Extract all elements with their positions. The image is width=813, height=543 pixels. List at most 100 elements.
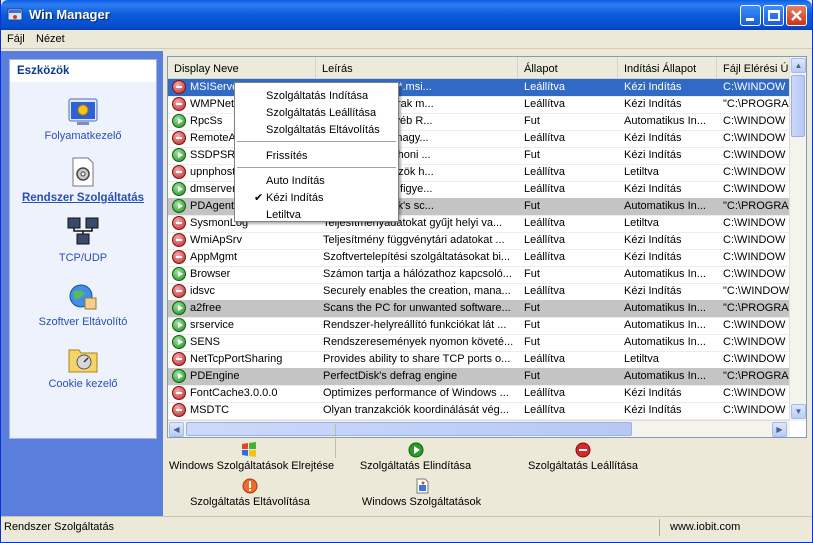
service-name: PDEngine bbox=[190, 370, 240, 382]
menu-item-remove-service[interactable]: Szolgáltatás Eltávolítás bbox=[235, 121, 398, 138]
service-description: Teljesítmény függvénytári adatokat ... bbox=[323, 234, 505, 246]
column-header-startup-state[interactable]: Indítási Állapot bbox=[618, 57, 717, 79]
service-startup: Kézi Indítás bbox=[624, 404, 682, 416]
service-path: C:\WINDOW bbox=[723, 183, 786, 195]
sidebar-item-process-manager[interactable]: Folyamatkezelő bbox=[10, 96, 156, 142]
service-name: WmiApSrv bbox=[190, 234, 242, 246]
service-path: C:\WINDOW bbox=[723, 404, 786, 416]
scroll-right-icon[interactable]: ▶ bbox=[772, 422, 787, 437]
column-header-file-path[interactable]: Fájl Elérési Ú bbox=[717, 57, 790, 79]
software-remover-icon bbox=[69, 284, 97, 310]
table-row[interactable]: a2free Scans the PC for unwanted software… bbox=[168, 300, 790, 317]
service-state: Fut bbox=[524, 149, 540, 161]
sidebar-item-label: Szoftver Eltávolító bbox=[38, 316, 128, 328]
service-startup: Kézi Indítás bbox=[624, 234, 682, 246]
horizontal-scrollbar[interactable]: ◀ ▶ bbox=[168, 420, 790, 437]
stop-service-button[interactable]: Szolgáltatás Leállítása bbox=[523, 442, 643, 472]
minimize-icon bbox=[746, 18, 754, 21]
table-row[interactable]: SENS Rendszeresemények nyomon követé... Fu… bbox=[168, 334, 790, 351]
table-row[interactable]: PDEngine PerfectDisk's defrag engine Fut Au… bbox=[168, 368, 790, 385]
menu-view[interactable]: Nézet bbox=[36, 33, 65, 45]
service-state: Leállítva bbox=[524, 234, 565, 246]
running-status-icon bbox=[172, 318, 186, 332]
horizontal-scroll-thumb[interactable] bbox=[186, 422, 632, 436]
status-text: Rendszer Szolgáltatás bbox=[4, 521, 115, 533]
column-header-description[interactable]: Leírás bbox=[316, 57, 518, 79]
service-startup: Kézi Indítás bbox=[624, 81, 682, 93]
windows-logo-icon bbox=[242, 442, 256, 457]
sidebar-item-cookie-manager[interactable]: Cookie kezelő bbox=[10, 344, 156, 390]
service-startup: Automatikus In... bbox=[624, 268, 706, 280]
service-name: idsvc bbox=[190, 285, 216, 297]
service-path: C:\WINDOW bbox=[723, 115, 786, 127]
service-path: C:\WINDOW bbox=[723, 149, 786, 161]
tools-header: Eszközök bbox=[10, 60, 156, 82]
table-row[interactable]: NetTcpPortSharing Provides ability to sha… bbox=[168, 351, 790, 368]
system-services-icon bbox=[72, 157, 94, 187]
menu-item-auto-start[interactable]: Auto Indítás bbox=[235, 172, 398, 189]
action-divider bbox=[335, 424, 336, 458]
service-startup: Automatikus In... bbox=[624, 336, 706, 348]
vertical-scroll-thumb[interactable] bbox=[791, 75, 805, 137]
maximize-button[interactable] bbox=[763, 5, 784, 26]
menu-item-disabled[interactable]: Letiltva bbox=[235, 206, 398, 223]
action-bar: Windows Szolgáltatások Elrejtése Szolgál… bbox=[163, 440, 812, 516]
scroll-down-icon[interactable]: ▼ bbox=[791, 404, 806, 419]
network-icon bbox=[67, 217, 99, 245]
context-menu: Szolgáltatás Indítása Szolgáltatás Leáll… bbox=[234, 82, 399, 222]
status-website[interactable]: www.iobit.com bbox=[659, 519, 799, 536]
service-state: Fut bbox=[524, 336, 540, 348]
minimize-button[interactable] bbox=[740, 5, 761, 26]
service-state: Leállítva bbox=[524, 183, 565, 195]
stop-icon bbox=[575, 442, 591, 458]
sidebar-item-software-remover[interactable]: Szoftver Eltávolító bbox=[10, 280, 156, 328]
close-button[interactable] bbox=[786, 5, 807, 26]
service-startup: Kézi Indítás bbox=[624, 132, 682, 144]
service-state: Leállítva bbox=[524, 285, 565, 297]
menu-item-stop-service[interactable]: Szolgáltatás Leállítása bbox=[235, 104, 398, 121]
menu-item-refresh[interactable]: Frissítés bbox=[235, 147, 398, 164]
service-description: Szoftvertelepítési szolgáltatásokat bi..… bbox=[323, 251, 511, 263]
table-row[interactable]: srservice Rendszer-helyreállító funkcióka… bbox=[168, 317, 790, 334]
service-startup: Kézi Indítás bbox=[624, 98, 682, 110]
column-header-display-name[interactable]: Display Neve bbox=[168, 57, 316, 79]
service-name: AppMgmt bbox=[190, 251, 238, 263]
service-path: "C:\PROGRA bbox=[723, 370, 789, 382]
hide-windows-services-button[interactable]: Windows Szolgáltatások Elrejtése bbox=[169, 442, 334, 472]
service-description: Rendszer-helyreállító funkciókat lát ... bbox=[323, 319, 507, 331]
service-name: a2free bbox=[190, 302, 222, 314]
service-path: C:\WINDOW bbox=[723, 353, 786, 365]
menu-item-manual-start-label: Kézi Indítás bbox=[266, 192, 324, 204]
table-row[interactable]: idsvc Securely enables the creation, mana… bbox=[168, 283, 790, 300]
remove-service-button[interactable]: Szolgáltatás Eltávolítása bbox=[185, 478, 315, 508]
sidebar-item-label: Cookie kezelő bbox=[48, 378, 118, 390]
table-row[interactable]: Browser Számon tartja a hálózathoz kapcso… bbox=[168, 266, 790, 283]
stopped-status-icon bbox=[172, 165, 186, 179]
running-status-icon bbox=[172, 148, 186, 162]
service-name: NetTcpPortSharing bbox=[190, 353, 283, 365]
table-row[interactable]: WmiApSrv Teljesítmény függvénytári adatok… bbox=[168, 232, 790, 249]
running-status-icon bbox=[172, 114, 186, 128]
table-row[interactable]: FontCache3.0.0.0 Optimizes performance of… bbox=[168, 385, 790, 402]
table-row[interactable]: AppMgmt Szoftvertelepítési szolgáltatások… bbox=[168, 249, 790, 266]
start-service-button[interactable]: Szolgáltatás Elindítása bbox=[353, 442, 478, 472]
scroll-up-icon[interactable]: ▲ bbox=[791, 58, 806, 73]
service-path: "C:\WINDOW bbox=[723, 285, 789, 297]
scroll-left-icon[interactable]: ◀ bbox=[169, 422, 184, 437]
menu-file[interactable]: Fájl bbox=[7, 33, 25, 45]
menu-item-start-service[interactable]: Szolgáltatás Indítása bbox=[235, 87, 398, 104]
column-header-state[interactable]: Állapot bbox=[518, 57, 618, 79]
service-name: srservice bbox=[190, 319, 235, 331]
windows-services-label: Windows Szolgáltatások bbox=[361, 496, 482, 508]
windows-services-button[interactable]: Windows Szolgáltatások bbox=[359, 478, 484, 508]
title-bar[interactable]: Win Manager bbox=[1, 0, 812, 30]
service-state: Leállítva bbox=[524, 81, 565, 93]
sidebar-item-system-services[interactable]: Rendszer Szolgáltatás bbox=[10, 156, 156, 204]
sidebar-item-tcp-udp[interactable]: TCP/UDP bbox=[10, 216, 156, 264]
table-row[interactable]: MSDTC Olyan tranzakciók koordinálását vég… bbox=[168, 402, 790, 419]
cookie-manager-icon bbox=[68, 349, 98, 373]
sidebar-item-label: Folyamatkezelő bbox=[44, 130, 122, 142]
vertical-scrollbar[interactable]: ▲ ▼ bbox=[789, 57, 806, 421]
menu-item-manual-start[interactable]: ✔ Kézi Indítás bbox=[235, 189, 398, 206]
service-description: Scans the PC for unwanted software... bbox=[323, 302, 511, 314]
